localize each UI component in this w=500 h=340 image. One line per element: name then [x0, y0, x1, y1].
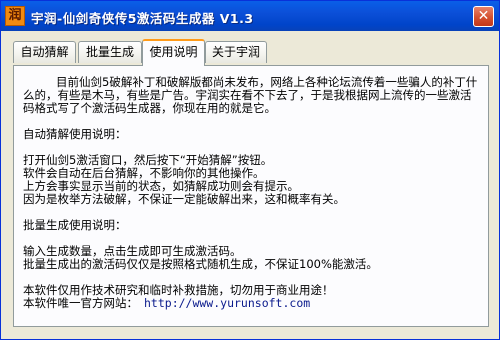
app-logo-icon: 润: [5, 6, 25, 26]
site-label: 本软件唯一官方网站：: [23, 296, 138, 310]
auto-crack-heading: 自动猜解使用说明：: [23, 127, 127, 141]
tab-auto-crack[interactable]: 自动猜解: [13, 41, 76, 63]
batch-heading: 批量生成使用说明：: [23, 218, 127, 232]
instructions-panel: 目前仙剑5破解补丁和破解版都尚未发布，网络上各种论坛流传着一些骗人的补丁什么的，…: [13, 65, 489, 327]
auto-crack-line: 因为是枚举方法破解，不保证一定能破解出来，这和概率有关。: [23, 192, 345, 206]
batch-line: 批量生成出的激活码仅仅是按照格式随机生成，不保证100%能激活。: [23, 257, 378, 271]
instructions-text: 目前仙剑5破解补丁和破解版都尚未发布，网络上各种论坛流传着一些骗人的补丁什么的，…: [23, 76, 481, 310]
tab-batch-generate[interactable]: 批量生成: [78, 41, 142, 63]
tab-instructions[interactable]: 使用说明: [142, 39, 205, 66]
window-title: 宇润-仙剑奇侠传5激活码生成器 V1.3: [31, 11, 254, 26]
tab-about[interactable]: 关于宇润: [205, 41, 267, 63]
app-window: 润 宇润-仙剑奇侠传5激活码生成器 V1.3 ✕ 自动猜解 批量生成 使用说明 …: [0, 0, 500, 340]
close-button[interactable]: ✕: [473, 6, 494, 27]
site-url-link[interactable]: http://www.yurunsoft.com: [144, 296, 310, 310]
official-site-line: 本软件唯一官方网站： http://www.yurunsoft.com: [23, 297, 481, 310]
title-bar[interactable]: 润 宇润-仙剑奇侠传5激活码生成器 V1.3 ✕: [1, 1, 499, 31]
intro-paragraph: 目前仙剑5破解补丁和破解版都尚未发布，网络上各种论坛流传着一些骗人的补丁什么的，…: [23, 75, 478, 115]
